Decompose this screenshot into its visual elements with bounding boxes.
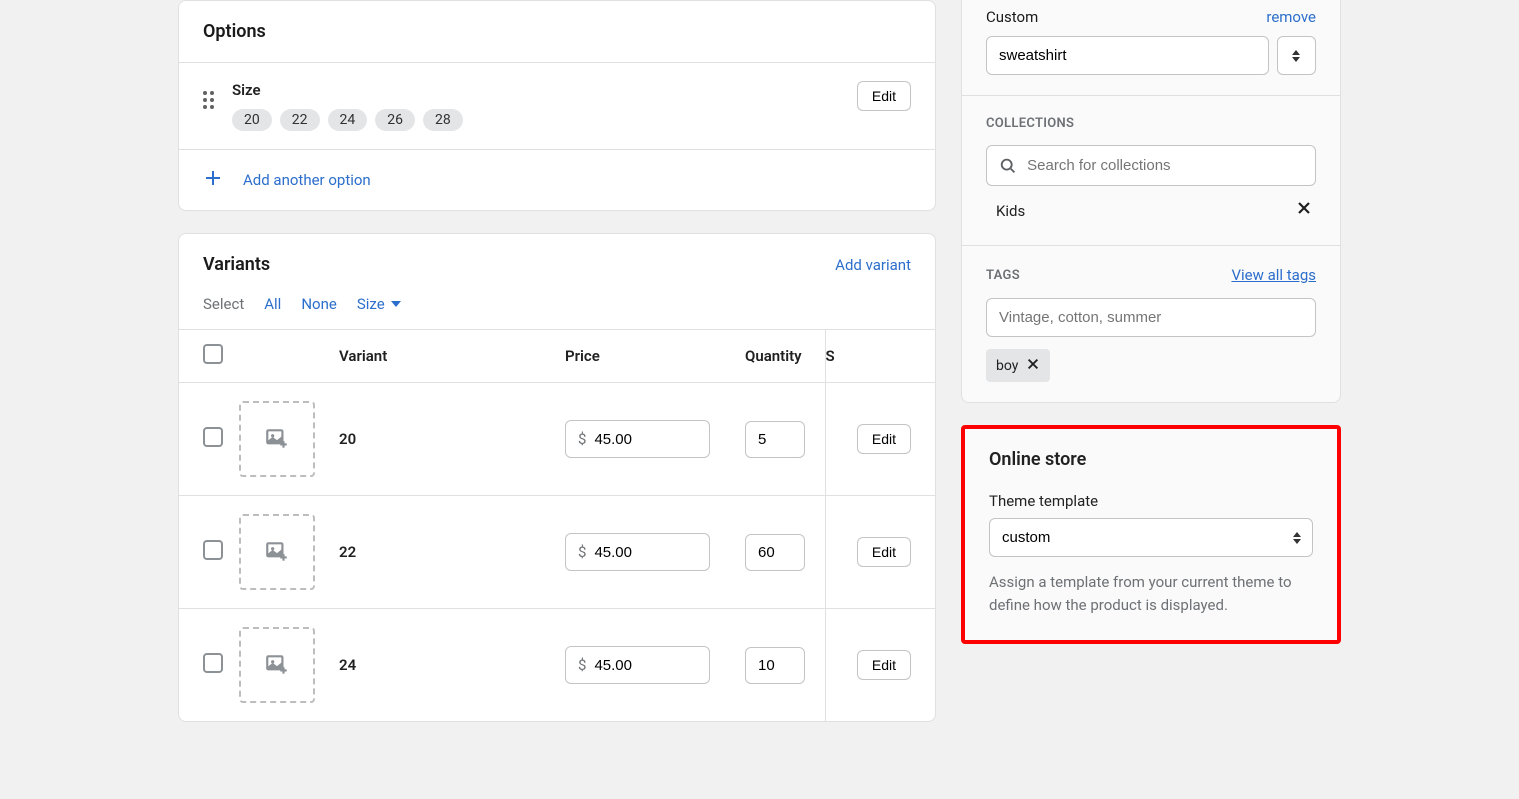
add-option-button[interactable]: Add another option	[179, 149, 935, 210]
col-quantity: Quantity	[745, 330, 825, 383]
variant-row: 22 $ Edit	[179, 496, 935, 609]
collections-search-input[interactable]	[1027, 146, 1303, 185]
custom-label: Custom	[986, 8, 1038, 26]
drag-handle-icon[interactable]	[203, 91, 214, 109]
chevron-up-icon	[1292, 50, 1300, 55]
option-value-badge: 26	[375, 109, 415, 131]
variant-row: 24 $ Edit	[179, 609, 935, 722]
price-input[interactable]	[594, 657, 697, 674]
search-icon	[999, 156, 1017, 176]
remove-tag-button[interactable]	[1026, 355, 1040, 376]
select-label: Select	[203, 295, 244, 313]
add-variant-link[interactable]: Add variant	[835, 256, 911, 274]
price-input[interactable]	[594, 544, 697, 561]
custom-remove-link[interactable]: remove	[1266, 8, 1316, 26]
row-checkbox[interactable]	[203, 653, 223, 673]
price-input-wrap[interactable]: $	[565, 533, 710, 571]
sidebar-card: Custom remove COLLECTIONS	[961, 0, 1341, 403]
price-input-wrap[interactable]: $	[565, 420, 710, 458]
chevron-down-icon	[391, 301, 401, 307]
edit-variant-button[interactable]: Edit	[857, 424, 911, 454]
currency-prefix: $	[578, 543, 586, 561]
custom-select-button[interactable]	[1277, 36, 1316, 75]
view-all-tags-link[interactable]: View all tags	[1231, 266, 1316, 284]
theme-template-help: Assign a template from your current them…	[989, 571, 1313, 616]
variant-row: 20 $ Edit	[179, 383, 935, 496]
edit-option-button[interactable]: Edit	[857, 81, 911, 111]
add-option-label: Add another option	[243, 171, 371, 189]
row-checkbox[interactable]	[203, 427, 223, 447]
collections-title: COLLECTIONS	[986, 116, 1074, 131]
option-name: Size	[232, 81, 839, 99]
theme-template-label: Theme template	[989, 492, 1313, 510]
option-value-badge: 20	[232, 109, 272, 131]
qty-input[interactable]	[758, 544, 792, 561]
tag-chip: boy	[986, 349, 1050, 382]
col-price: Price	[565, 330, 745, 383]
variant-label: 20	[339, 430, 356, 448]
price-input-wrap[interactable]: $	[565, 646, 710, 684]
edit-variant-button[interactable]: Edit	[857, 650, 911, 680]
col-variant: Variant	[339, 330, 565, 383]
qty-input-wrap[interactable]	[745, 647, 805, 684]
row-checkbox[interactable]	[203, 540, 223, 560]
price-input[interactable]	[594, 431, 697, 448]
collections-search[interactable]	[986, 145, 1316, 186]
online-store-title: Online store	[989, 449, 1313, 470]
option-value-badge: 24	[328, 109, 368, 131]
edit-variant-button[interactable]: Edit	[857, 537, 911, 567]
option-value-badge: 22	[280, 109, 320, 131]
qty-input[interactable]	[758, 657, 792, 674]
tags-input[interactable]	[986, 298, 1316, 337]
image-upload-placeholder[interactable]	[239, 401, 315, 477]
variant-label: 22	[339, 543, 356, 561]
tag-name: boy	[996, 358, 1018, 374]
variants-title: Variants	[203, 254, 270, 275]
qty-input[interactable]	[758, 431, 792, 448]
tags-title: TAGS	[986, 268, 1020, 283]
option-value-badge: 28	[423, 109, 463, 131]
variant-label: 24	[339, 656, 356, 674]
theme-template-select[interactable]: custom	[989, 518, 1313, 557]
options-title: Options	[203, 21, 266, 42]
collection-item: Kids	[986, 186, 1316, 225]
filter-all[interactable]: All	[264, 295, 281, 313]
chevron-down-icon	[1292, 57, 1300, 62]
online-store-card: Online store Theme template custom Assig…	[961, 425, 1341, 644]
currency-prefix: $	[578, 430, 586, 448]
filter-size[interactable]: Size	[357, 295, 401, 313]
collection-name: Kids	[996, 202, 1025, 220]
option-row-size: Size 20 22 24 26 28 Edit	[179, 62, 935, 149]
qty-input-wrap[interactable]	[745, 421, 805, 458]
plus-icon	[203, 168, 223, 192]
image-upload-placeholder[interactable]	[239, 627, 315, 703]
qty-input-wrap[interactable]	[745, 534, 805, 571]
image-upload-placeholder[interactable]	[239, 514, 315, 590]
options-card: Options Size 20 22 24 26 28 Edit Add another…	[178, 0, 936, 211]
select-all-checkbox[interactable]	[203, 344, 223, 364]
custom-input[interactable]	[986, 36, 1269, 75]
currency-prefix: $	[578, 656, 586, 674]
remove-collection-button[interactable]	[1296, 200, 1312, 221]
variants-card: Variants Add variant Select All None Siz…	[178, 233, 936, 722]
col-sku: S	[825, 330, 845, 383]
filter-none[interactable]: None	[301, 295, 337, 313]
